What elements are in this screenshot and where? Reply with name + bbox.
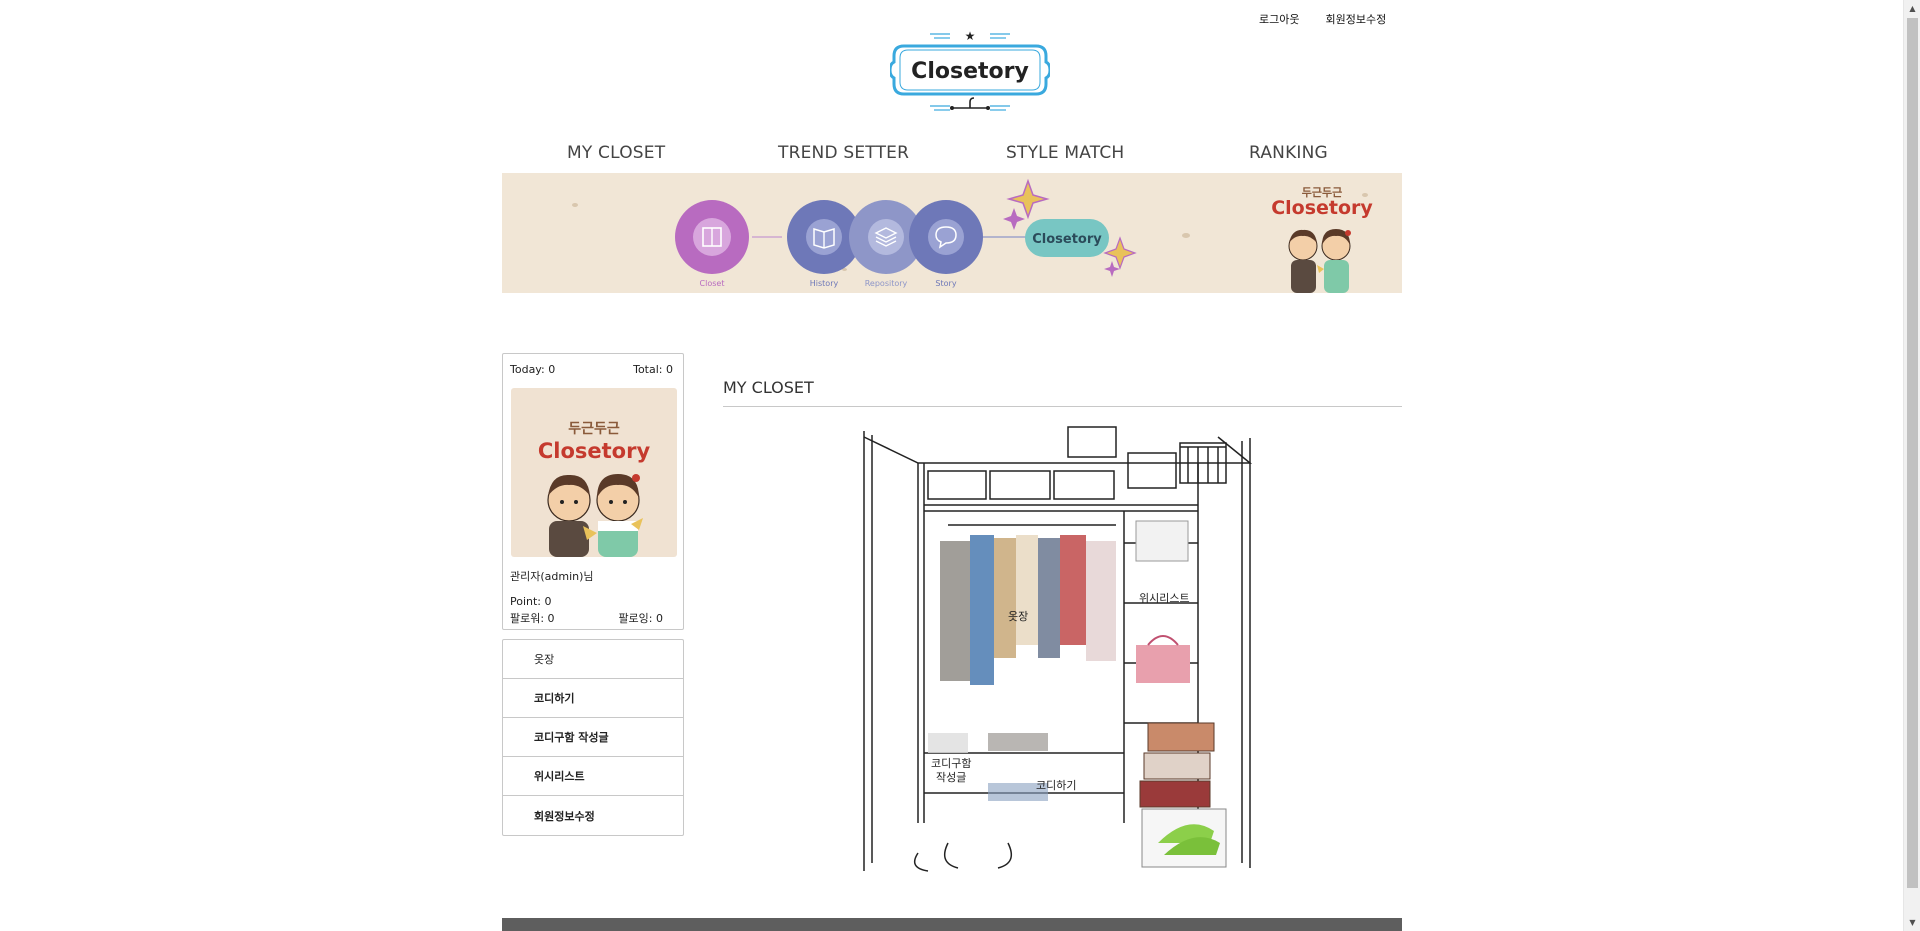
closet-label-coordinate[interactable]: 코디하기 [1036, 779, 1076, 793]
nav-trend-setter[interactable]: TREND SETTER [778, 143, 909, 163]
step-label-history: History [810, 279, 839, 288]
story-step-icon [909, 200, 983, 274]
sparkle-icon [1104, 261, 1120, 277]
following-count[interactable]: 팔로잉: 0 [618, 610, 663, 626]
badge-text: Closetory [1032, 232, 1102, 247]
scrollbar-thumb[interactable] [1907, 18, 1918, 888]
sidemenu-item-coordinate[interactable]: 코디하기 [503, 679, 683, 718]
svg-text:★: ★ [965, 29, 976, 43]
sidemenu-item-request-posts[interactable]: 코디구함 작성글 [503, 718, 683, 757]
sidemenu-item-closet[interactable]: 옷장 [503, 640, 683, 679]
scroll-down-icon[interactable]: ▼ [1904, 914, 1920, 931]
avatar-brand-big: Closetory [538, 439, 651, 463]
step-label-repository: Repository [865, 279, 908, 288]
nav-my-closet[interactable]: MY CLOSET [567, 143, 665, 163]
avatar-brand-small: 두근두근 [568, 421, 620, 437]
closet-step-icon [675, 200, 749, 274]
step-label-story: Story [935, 279, 956, 288]
nav-style-match[interactable]: STYLE MATCH [1006, 143, 1124, 163]
kids-illustration [1288, 229, 1351, 293]
followers-count[interactable]: 팔로워: 0 [510, 610, 555, 626]
logout-link[interactable]: 로그아웃 [1259, 11, 1299, 27]
sidemenu-item-edit-profile[interactable]: 회원정보수정 [503, 796, 683, 835]
title-divider [723, 406, 1402, 407]
closet-label-wishlist[interactable]: 위시리스트 [1139, 592, 1190, 606]
sidemenu-item-wishlist[interactable]: 위시리스트 [503, 757, 683, 796]
shoe-boxes [1139, 722, 1227, 868]
top-links: 로그아웃 회원정보수정 [1259, 11, 1386, 27]
closetory-logo[interactable]: ★ Closetory [890, 28, 1050, 116]
step-label-closet: Closet [700, 279, 725, 288]
vertical-scrollbar[interactable]: ▲ ▼ [1903, 0, 1920, 931]
closet-label-request-posts[interactable]: 코디구함 작성글 [931, 757, 971, 785]
sparkle-icon [1003, 208, 1025, 230]
edit-profile-link[interactable]: 회원정보수정 [1325, 11, 1386, 27]
avatar: 두근두근 Closetory [511, 388, 677, 557]
banner-brand-big: Closetory [1271, 197, 1373, 219]
closet-label-wardrobe[interactable]: 옷장 [1008, 610, 1028, 624]
logo-text: Closetory [911, 59, 1029, 84]
page-title: MY CLOSET [723, 378, 814, 397]
point-value: Point: 0 [510, 595, 552, 608]
total-count: Total: 0 [633, 363, 673, 376]
today-count: Today: 0 [510, 363, 556, 376]
scroll-up-icon[interactable]: ▲ [1904, 0, 1920, 17]
main-nav: MY CLOSET TREND SETTER STYLE MATCH RANKI… [502, 143, 1402, 167]
username: 관리자(admin)님 [510, 570, 594, 583]
nav-ranking[interactable]: RANKING [1249, 143, 1328, 163]
footer-bar [502, 918, 1402, 931]
profile-box: Today: 0 Total: 0 두근두근 Closetory 관리자(adm… [502, 353, 684, 630]
closet-illustration: 옷장 위시리스트 코디구함 작성글 코디하기 [858, 423, 1278, 873]
closet-banner: Closet History Repository Story Closetor… [502, 173, 1402, 293]
sparkle-icon [1103, 236, 1137, 270]
side-menu: 옷장 코디하기 코디구함 작성글 위시리스트 회원정보수정 [502, 639, 684, 836]
